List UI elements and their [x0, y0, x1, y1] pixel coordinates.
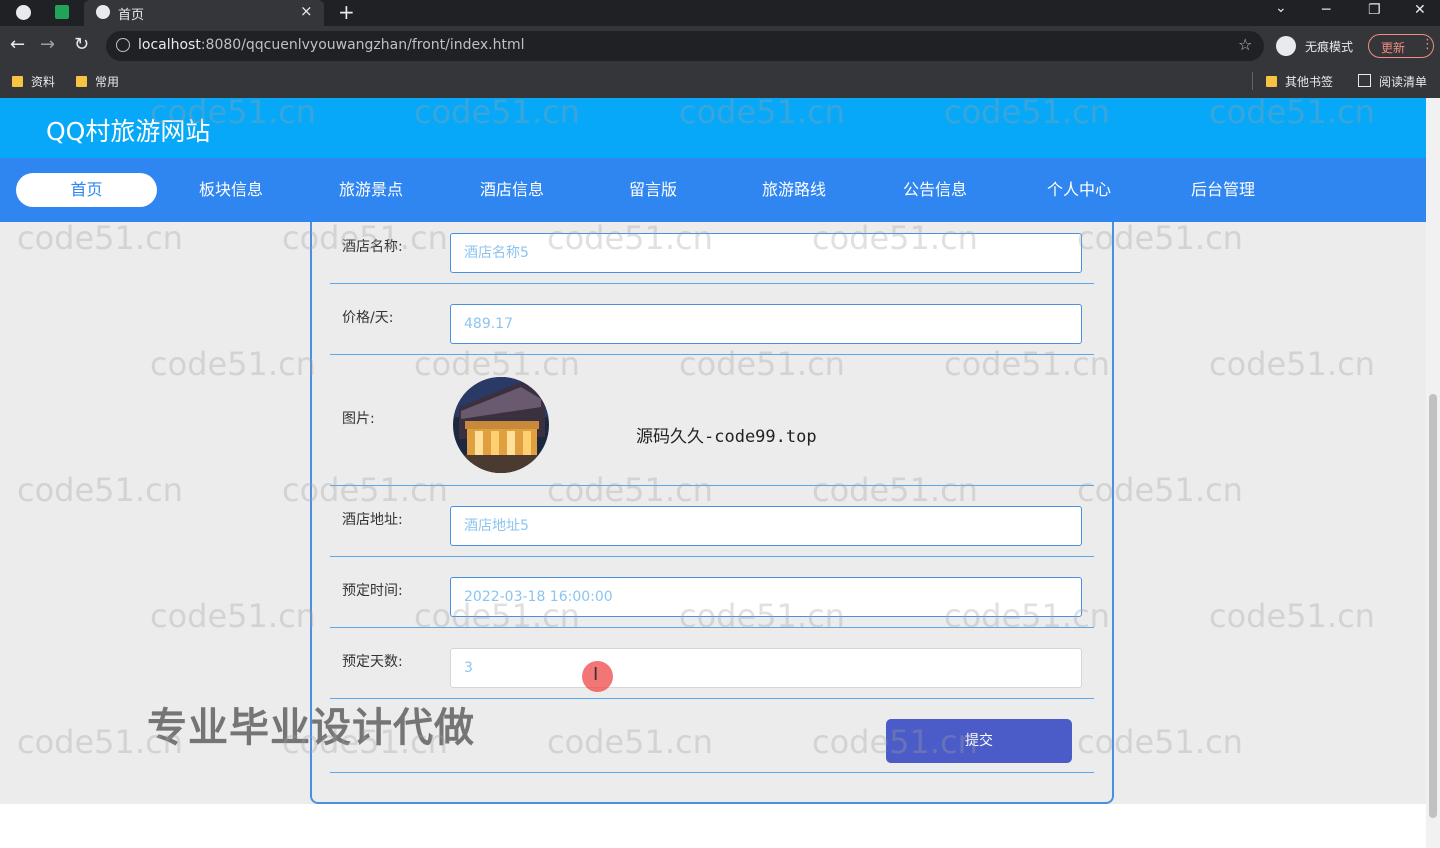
- new-tab-button[interactable]: +: [338, 0, 355, 24]
- menu-icon[interactable]: ⋮: [1421, 37, 1434, 52]
- price-field[interactable]: 489.17: [450, 304, 1082, 344]
- nav-board-info[interactable]: 板块信息: [181, 178, 281, 202]
- other-bookmarks[interactable]: 其他书签: [1266, 73, 1333, 90]
- row-divider: [330, 283, 1094, 284]
- bookmark-star-icon[interactable]: ☆: [1238, 35, 1252, 54]
- url-text[interactable]: localhost:8080/qqcuenlvyouwangzhan/front…: [138, 37, 524, 53]
- source-watermark-text: 源码久久-code99.top: [636, 427, 817, 447]
- promo-watermark: 专业毕业设计代做: [147, 705, 475, 751]
- watermark: code51.cn: [17, 471, 183, 509]
- nav-home[interactable]: 首页: [16, 173, 157, 207]
- incognito-icon: [1276, 36, 1296, 56]
- days-field[interactable]: 3: [450, 648, 1082, 688]
- nav-announcements[interactable]: 公告信息: [885, 178, 985, 202]
- site-header: QQ村旅游网站: [0, 98, 1426, 158]
- address-field[interactable]: 酒店地址5: [450, 506, 1082, 546]
- update-button[interactable]: 更新 ⋮: [1368, 34, 1434, 58]
- reload-button[interactable]: ↻: [74, 34, 89, 55]
- url-path: :8080/qqcuenlvyouwangzhan/front/index.ht…: [200, 37, 525, 53]
- watermark: code51.cn: [1209, 597, 1375, 635]
- days-label: 预定天数:: [342, 654, 403, 670]
- bookmark-separator: [1252, 72, 1253, 90]
- row-divider: [330, 485, 1094, 486]
- pinned-tab-icon[interactable]: [16, 5, 31, 20]
- nav-admin[interactable]: 后台管理: [1173, 178, 1273, 202]
- bookmarks-bar: 资料 常用 其他书签 阅读清单: [0, 66, 1440, 98]
- back-button[interactable]: ←: [10, 34, 25, 55]
- nav-travel-routes[interactable]: 旅游路线: [744, 178, 844, 202]
- bookmark-folder-changyong[interactable]: 常用: [76, 73, 119, 90]
- reading-list[interactable]: 阅读清单: [1358, 73, 1427, 90]
- watermark: code51.cn: [150, 345, 316, 383]
- tab-search-icon[interactable]: ⌄: [1275, 0, 1287, 16]
- browser-tab-bar: 首页 × + ⌄ ─ ❐ ✕: [0, 0, 1440, 26]
- nav-message-board[interactable]: 留言版: [603, 178, 703, 202]
- reading-list-label: 阅读清单: [1379, 75, 1428, 89]
- main-nav: 首页 板块信息 旅游景点 酒店信息 留言版 旅游路线 公告信息 个人中心 后台管…: [0, 158, 1426, 222]
- bookmark-label: 资料: [31, 75, 56, 89]
- browser-toolbar: ← → ↻ localhost:8080/qqcuenlvyouwangzhan…: [0, 26, 1440, 66]
- folder-icon: [76, 76, 87, 87]
- nav-personal-center[interactable]: 个人中心: [1029, 178, 1129, 202]
- nav-attractions[interactable]: 旅游景点: [321, 178, 421, 202]
- submit-button[interactable]: 提交: [886, 719, 1072, 763]
- address-bar[interactable]: localhost:8080/qqcuenlvyouwangzhan/front…: [106, 31, 1264, 61]
- text-cursor-icon: I: [593, 664, 599, 685]
- row-divider: [330, 354, 1094, 355]
- price-label: 价格/天:: [342, 310, 394, 326]
- nav-hotel-info[interactable]: 酒店信息: [462, 178, 562, 202]
- watermark: code51.cn: [1209, 345, 1375, 383]
- booking-time-label: 预定时间:: [342, 583, 403, 599]
- row-divider: [330, 556, 1094, 557]
- incognito-label: 无痕模式: [1305, 40, 1354, 54]
- reading-list-icon: [1358, 74, 1371, 87]
- watermark: code51.cn: [150, 597, 316, 635]
- row-divider: [330, 627, 1094, 628]
- bookmark-label: 常用: [95, 75, 120, 89]
- page-scrollbar[interactable]: [1426, 98, 1440, 848]
- globe-icon: [96, 5, 110, 19]
- hotel-name-field[interactable]: 酒店名称5: [450, 233, 1082, 273]
- site-title[interactable]: QQ村旅游网站: [46, 112, 210, 148]
- hotel-name-label: 酒店名称:: [342, 239, 403, 255]
- info-icon[interactable]: [116, 38, 130, 52]
- hotel-photo-graphic: [453, 377, 549, 473]
- hotel-image[interactable]: [453, 377, 549, 473]
- folder-icon: [1266, 76, 1277, 87]
- address-label: 酒店地址:: [342, 512, 403, 528]
- url-host: localhost: [138, 37, 201, 53]
- sheets-tab-icon[interactable]: [55, 5, 69, 19]
- page-bottom: [0, 804, 1426, 848]
- scrollbar-thumb[interactable]: [1429, 394, 1437, 818]
- update-label: 更新: [1381, 41, 1406, 55]
- folder-icon: [12, 76, 23, 87]
- watermark: code51.cn: [17, 219, 183, 257]
- bookmark-folder-ziliao[interactable]: 资料: [12, 73, 55, 90]
- row-divider: [330, 772, 1094, 773]
- window-close-button[interactable]: ✕: [1414, 2, 1426, 18]
- forward-button[interactable]: →: [40, 34, 55, 55]
- minimize-button[interactable]: ─: [1322, 2, 1330, 18]
- image-label: 图片:: [342, 411, 375, 427]
- booking-time-field[interactable]: 2022-03-18 16:00:00: [450, 577, 1082, 617]
- close-tab-icon[interactable]: ×: [300, 2, 313, 20]
- tab-title: 首页: [118, 8, 145, 23]
- restore-button[interactable]: ❐: [1368, 2, 1381, 18]
- other-bookmarks-label: 其他书签: [1285, 75, 1334, 89]
